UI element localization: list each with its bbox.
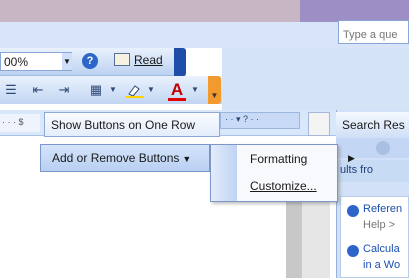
decrease-indent-icon[interactable]: ⇤ bbox=[30, 82, 46, 98]
highlight-icon[interactable] bbox=[126, 84, 144, 99]
page-shadow bbox=[286, 190, 302, 278]
title-bar-right bbox=[300, 0, 409, 22]
read-book-icon bbox=[114, 53, 130, 66]
show-buttons-on-one-row[interactable]: Show Buttons on One Row bbox=[44, 112, 220, 137]
font-color-dropdown-icon[interactable]: ▼ bbox=[190, 82, 200, 98]
toolbar-background bbox=[222, 48, 409, 110]
back-icon[interactable] bbox=[376, 141, 390, 155]
read-button[interactable]: Read bbox=[110, 51, 172, 71]
chevron-right-icon: ▶ bbox=[348, 153, 355, 163]
submenu-icon-strip bbox=[211, 145, 237, 201]
result-subtitle: Help > bbox=[363, 219, 396, 231]
standard-toolbar-options[interactable] bbox=[174, 48, 186, 76]
zoom-dropdown-icon[interactable]: ▼ bbox=[62, 53, 72, 70]
submenu-item-customize[interactable]: Customize... bbox=[250, 179, 330, 195]
results-header: ults fro bbox=[336, 160, 409, 182]
result-title[interactable]: Referen bbox=[363, 203, 402, 215]
scroll-up-button[interactable] bbox=[308, 112, 330, 136]
highlight-dropdown-icon[interactable]: ▼ bbox=[146, 82, 156, 98]
result-subtitle: in a Wo bbox=[363, 259, 401, 271]
style-box[interactable]: · · · $ bbox=[0, 114, 40, 132]
add-remove-label: Add or Remove Buttons bbox=[52, 151, 180, 165]
chevron-down-icon: ▼ bbox=[182, 154, 192, 164]
font-color-swatch bbox=[168, 98, 186, 101]
mini-toolbar: · · ▾ ? · · bbox=[220, 112, 300, 129]
help-icon[interactable]: ? bbox=[82, 53, 98, 69]
toolbar-options-icon[interactable]: ▼ bbox=[208, 76, 221, 104]
increase-indent-icon[interactable]: ⇥ bbox=[56, 82, 72, 98]
result-icon bbox=[347, 245, 359, 257]
task-pane-nav bbox=[336, 138, 409, 158]
font-color-icon[interactable]: A bbox=[168, 80, 186, 100]
result-title[interactable]: Calcula bbox=[363, 243, 400, 255]
results-list: Referen Help > Calcula in a Wo bbox=[340, 196, 409, 278]
add-remove-buttons[interactable]: Add or Remove Buttons ▼ bbox=[40, 144, 210, 172]
submenu-item-formatting[interactable]: Formatting bbox=[250, 152, 340, 168]
borders-dropdown-icon[interactable]: ▼ bbox=[108, 82, 118, 98]
help-search-input[interactable] bbox=[338, 20, 409, 44]
bullets-icon[interactable]: ☰ bbox=[4, 82, 18, 98]
borders-icon[interactable]: ▦ bbox=[88, 82, 104, 98]
read-label: Read bbox=[134, 53, 163, 67]
task-pane-title: Search Res bbox=[336, 112, 409, 138]
result-icon bbox=[347, 205, 359, 217]
